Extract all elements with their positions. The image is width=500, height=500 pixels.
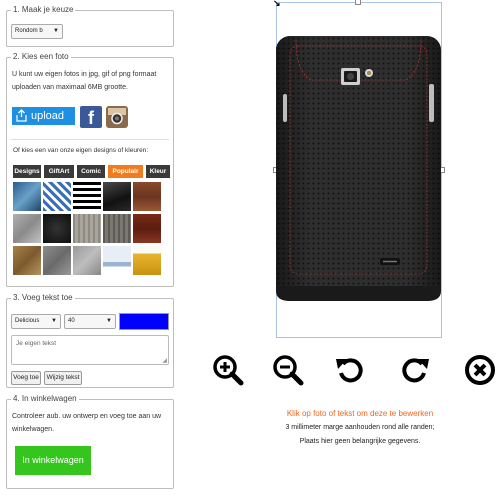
edit-text-button[interactable]: Wijzig tekst [44, 371, 82, 385]
design-thumb-wood[interactable] [133, 182, 161, 211]
tab-giftart[interactable]: GiftArt [44, 165, 74, 178]
model-select-value: Rondom b [15, 28, 43, 34]
upload-description: U kunt uw eigen fotos in jpg, gif of png… [12, 71, 157, 91]
zoom-in-icon[interactable] [212, 354, 244, 386]
rotate-left-icon[interactable] [334, 354, 366, 386]
design-thumb-stripes[interactable] [73, 182, 101, 211]
edit-instruction: Klik op foto of tekst om deze te bewerke… [286, 409, 434, 418]
rotate-right-icon[interactable] [399, 354, 431, 386]
instagram-icon[interactable] [106, 106, 128, 128]
phone-case-preview[interactable] [276, 36, 441, 301]
design-thumb-grey-concrete[interactable] [43, 246, 71, 275]
panel-text: 3. Voeg tekst toe Delicious ▼ 40 ▼ Je ei… [6, 292, 174, 388]
design-thumb-beer[interactable] [133, 246, 161, 275]
text-input-placeholder: Je eigen tekst [16, 340, 57, 347]
design-thumb-brown-texture[interactable] [13, 246, 41, 275]
design-thumb-black-metal[interactable] [103, 182, 131, 211]
resize-handle-icon: ◢ [162, 358, 167, 364]
size-select-value: 40 [68, 318, 75, 324]
resize-handle-top[interactable] [355, 0, 361, 5]
rotate-handle-icon[interactable]: ↘ [273, 0, 281, 9]
content-warning: Plaats hier geen belangrijke gegevens. [299, 438, 421, 445]
divider [11, 139, 169, 140]
panel-cart: 4. In winkelwagen Controleer aub. uw ont… [6, 393, 174, 489]
design-thumb-dark-wood[interactable] [103, 214, 131, 243]
text-input[interactable]: Je eigen tekst ◢ [11, 335, 169, 365]
chevron-down-icon: ▼ [106, 318, 112, 324]
design-thumb-winter[interactable] [103, 246, 131, 275]
upload-button[interactable]: upload [12, 107, 75, 125]
add-to-cart-button[interactable]: In winkelwagen [15, 446, 91, 475]
panel-choice-legend: 1. Maak je keuze [11, 4, 76, 16]
upload-icon [16, 109, 27, 122]
tab-designs[interactable]: Designs [13, 165, 41, 178]
design-thumb-blue-pattern[interactable] [43, 182, 71, 211]
cart-description: Controleer aub. uw ontwerp en voeg toe a… [12, 413, 162, 433]
panel-choice: 1. Maak je keuze Rondom b ▼ [6, 4, 174, 47]
panel-cart-legend: 4. In winkelwagen [11, 393, 79, 405]
delete-icon[interactable] [464, 354, 496, 386]
zoom-out-icon[interactable] [272, 354, 304, 386]
chevron-down-icon: ▼ [51, 318, 57, 324]
chevron-down-icon: ▼ [53, 28, 59, 34]
design-thumb-black-leather[interactable] [43, 214, 71, 243]
upload-label: upload [31, 110, 65, 122]
text-color-picker[interactable] [119, 313, 169, 330]
panel-text-legend: 3. Voeg tekst toe [11, 292, 75, 304]
facebook-icon[interactable]: f [80, 106, 102, 128]
size-select[interactable]: 40 ▼ [64, 314, 116, 329]
designs-description: Of kies een van onze eigen designs of kl… [13, 147, 149, 154]
design-thumb-grey-wood[interactable] [73, 214, 101, 243]
font-select[interactable]: Delicious ▼ [11, 314, 61, 329]
design-thumb-grey-stone[interactable] [13, 214, 41, 243]
design-thumb-blue-water[interactable] [13, 182, 41, 211]
design-thumb-grey-marble[interactable] [73, 246, 101, 275]
model-select[interactable]: Rondom b ▼ [11, 24, 63, 39]
font-select-value: Delicious [15, 318, 40, 324]
panel-photo-legend: 2. Kies een foto [11, 51, 71, 63]
tab-kleur[interactable]: Kleur [146, 165, 170, 178]
tab-populair[interactable]: Populair [108, 165, 143, 178]
tab-comic[interactable]: Comic [77, 165, 105, 178]
add-text-button[interactable]: Voeg toe [11, 371, 41, 385]
margin-note: 3 millimeter marge aanhouden rond alle r… [285, 424, 435, 431]
design-thumb-red-wood[interactable] [133, 214, 161, 243]
